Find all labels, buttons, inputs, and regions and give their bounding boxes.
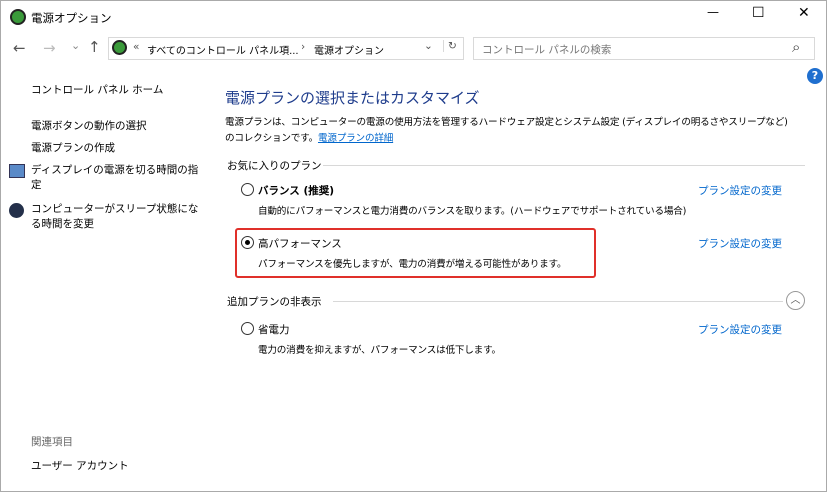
back-button[interactable]: ← <box>13 39 26 57</box>
plan-power-saver[interactable]: 省電力 <box>241 322 290 337</box>
breadcrumb-power-options[interactable]: 電源オプション <box>314 42 384 57</box>
window-title: 電源オプション <box>31 11 112 25</box>
search-icon[interactable]: ⌕ <box>792 38 800 56</box>
sidebar-item-power-buttons[interactable]: 電源ボタンの動作の選択 <box>31 118 147 133</box>
refresh-button[interactable]: ↻ <box>443 40 457 52</box>
radio-power-saver[interactable] <box>241 322 254 335</box>
breadcrumb-all-items[interactable]: すべてのコントロール パネル項... <box>147 42 299 57</box>
collapse-chevron-up-icon[interactable]: ︿ <box>786 291 805 310</box>
favorites-label: お気に入りのプラン <box>227 160 322 172</box>
sidebar-item-display-off[interactable]: ディスプレイの電源を切る時間の指定 <box>31 163 201 193</box>
address-dropdown[interactable]: ⌄ <box>424 40 433 52</box>
search-input[interactable]: コントロール パネルの検索 <box>482 42 611 57</box>
close-button[interactable]: ✕ <box>798 5 810 21</box>
description-2: のコレクションです。電源プランの詳細 <box>225 130 393 144</box>
plan-name: バランス (推奨) <box>258 185 335 197</box>
plan-name: 高パフォーマンス <box>258 238 342 250</box>
sidebar-item-create-plan[interactable]: 電源プランの作成 <box>31 140 115 155</box>
breadcrumb-overflow[interactable]: « <box>133 41 139 53</box>
search-box[interactable]: コントロール パネルの検索 ⌕ <box>473 37 815 60</box>
description-text: のコレクションです。 <box>225 133 318 144</box>
help-button[interactable]: ? <box>807 68 823 84</box>
plan-high-performance[interactable]: 高パフォーマンス <box>241 236 342 251</box>
power-plan-details-link[interactable]: 電源プランの詳細 <box>318 133 393 144</box>
plan-name: 省電力 <box>258 324 290 336</box>
change-plan-settings-high[interactable]: プラン設定の変更 <box>698 236 782 251</box>
control-panel-icon <box>112 40 127 55</box>
forward-button[interactable]: → <box>43 39 56 57</box>
sidebar-user-accounts[interactable]: ユーザー アカウント <box>31 458 129 473</box>
breadcrumb-separator[interactable]: › <box>301 41 305 53</box>
page-title: 電源プランの選択またはカスタマイズ <box>225 89 480 107</box>
change-plan-settings-saver[interactable]: プラン設定の変更 <box>698 322 782 337</box>
address-bar[interactable]: « すべてのコントロール パネル項... › 電源オプション ⌄ ↻ <box>108 37 464 60</box>
radio-balanced[interactable] <box>241 183 254 196</box>
sidebar-item-sleep[interactable]: コンピューターがスリープ状態になる時間を変更 <box>31 202 201 232</box>
minimize-button[interactable]: — <box>707 5 719 19</box>
plan-desc: パフォーマンスを優先しますが、電力の消費が増える可能性があります。 <box>258 259 567 270</box>
change-plan-settings-balanced[interactable]: プラン設定の変更 <box>698 183 782 198</box>
radio-high-performance[interactable] <box>241 236 254 249</box>
sleep-moon-icon <box>9 203 24 218</box>
sidebar-home-link[interactable]: コントロール パネル ホーム <box>31 82 163 97</box>
up-button[interactable]: ↑ <box>88 38 101 56</box>
divider <box>333 301 783 302</box>
power-options-icon <box>10 9 26 25</box>
divider <box>323 165 805 166</box>
plan-desc: 電力の消費を抑えますが、パフォーマンスは低下します。 <box>258 345 501 356</box>
related-title: 関連項目 <box>31 436 73 448</box>
display-clock-icon <box>9 164 25 178</box>
recent-locations-button[interactable]: ⌄ <box>71 39 80 52</box>
plan-desc: 自動的にパフォーマンスと電力消費のバランスを取ります。(ハードウェアでサポートさ… <box>258 206 687 217</box>
description: 電源プランは、コンピューターの電源の使用方法を管理するハードウェア設定とシステム… <box>225 117 788 128</box>
plan-balanced[interactable]: バランス (推奨) <box>241 183 334 198</box>
maximize-button[interactable]: ☐ <box>752 5 765 21</box>
hide-additional-plans-label: 追加プランの非表示 <box>227 296 322 308</box>
